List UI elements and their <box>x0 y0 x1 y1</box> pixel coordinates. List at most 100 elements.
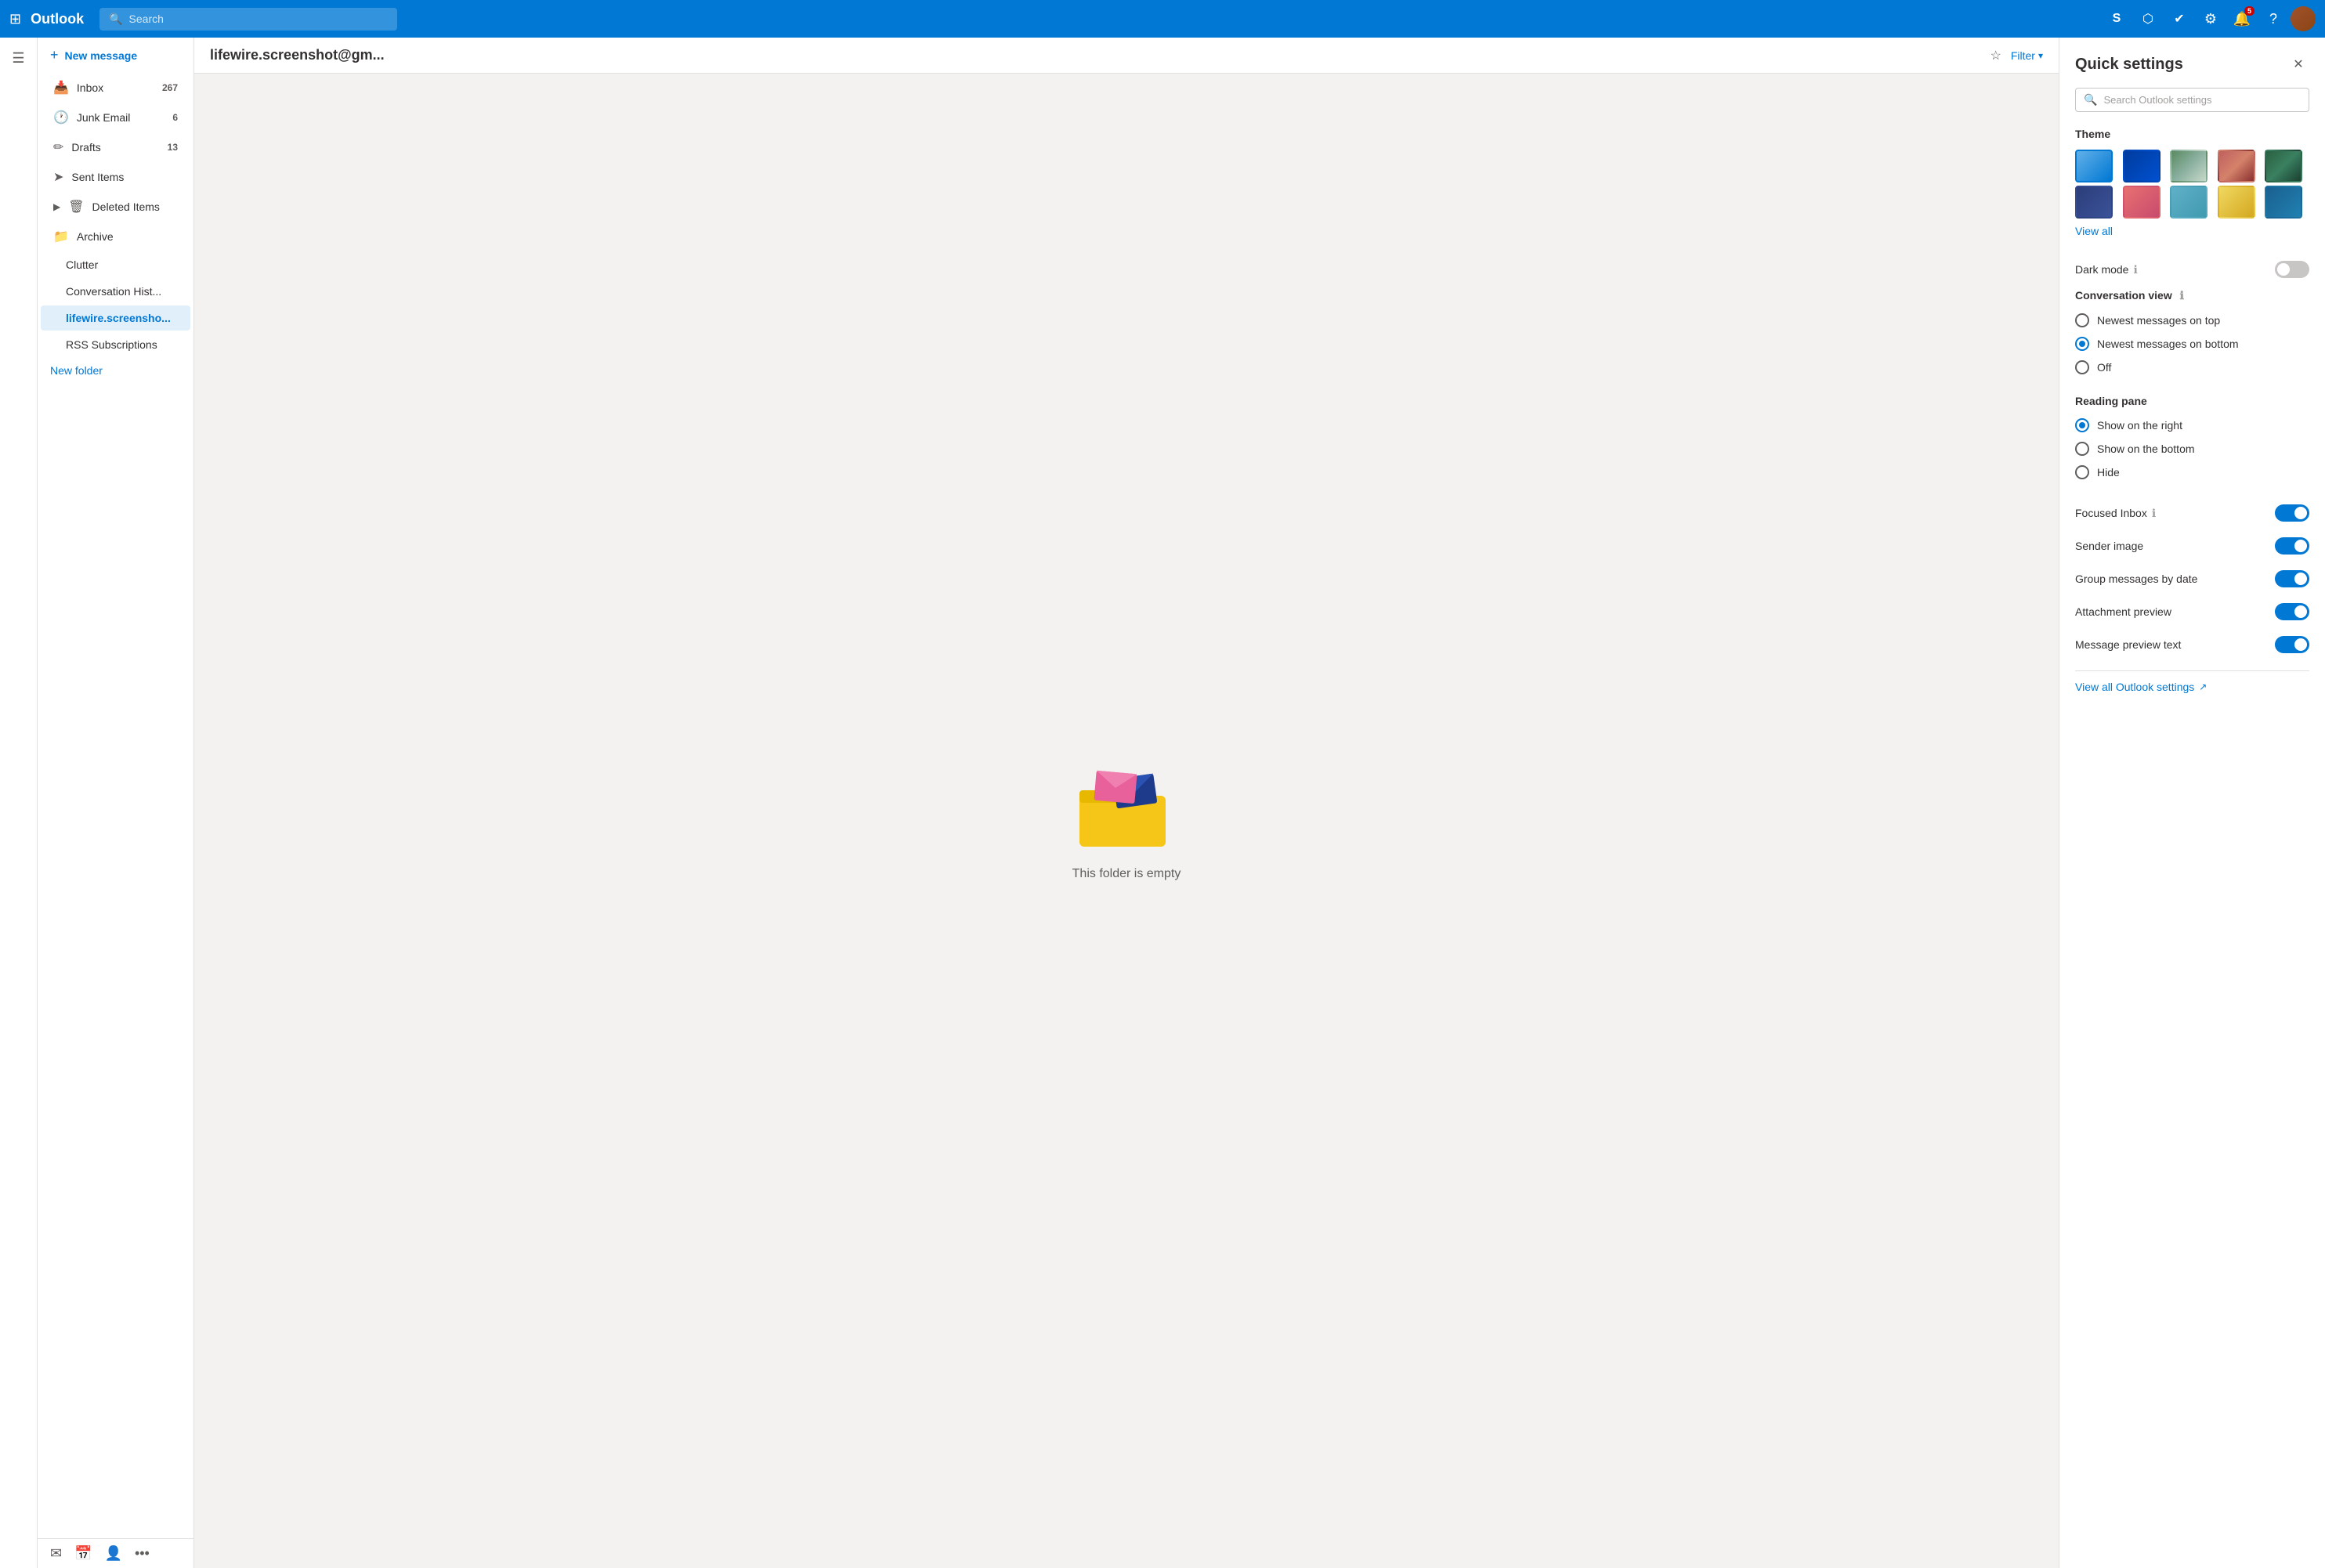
radio-hide[interactable]: Hide <box>2075 461 2309 484</box>
conversation-view-label: Conversation view ℹ <box>2075 289 2309 302</box>
qs-search-box[interactable]: 🔍 <box>2075 88 2309 112</box>
nav-item-clutter[interactable]: Clutter <box>41 252 190 277</box>
message-preview-label: Message preview text <box>2075 638 2275 651</box>
theme-swatch-ocean[interactable] <box>2265 186 2302 219</box>
qs-search-icon: 🔍 <box>2084 93 2097 107</box>
radio-off-circle <box>2075 360 2089 374</box>
filter-chevron-icon: ▾ <box>2038 50 2043 61</box>
radio-newest-bottom-dot <box>2079 341 2085 347</box>
group-messages-toggle[interactable] <box>2275 570 2309 587</box>
theme-swatch-dark-blue[interactable] <box>2123 150 2160 182</box>
settings-button[interactable]: ⚙ <box>2197 5 2225 33</box>
quick-settings-header: Quick settings ✕ <box>2075 53 2309 75</box>
calendar-nav-icon[interactable]: 📅 <box>74 1545 92 1562</box>
rewards-button[interactable]: ⬡ <box>2134 5 2162 33</box>
nav-item-inbox[interactable]: 📥 Inbox 267 <box>41 74 190 102</box>
radio-newest-top[interactable]: Newest messages on top <box>2075 309 2309 332</box>
skype-button[interactable]: S <box>2103 5 2131 33</box>
focused-inbox-toggle-thumb <box>2294 507 2307 519</box>
radio-off[interactable]: Off <box>2075 356 2309 379</box>
attachment-preview-row: Attachment preview <box>2075 595 2309 628</box>
nav-item-rss[interactable]: RSS Subscriptions <box>41 332 190 357</box>
empty-message: This folder is empty <box>1072 867 1181 881</box>
theme-section-label: Theme <box>2075 128 2309 140</box>
people-nav-icon[interactable]: 👤 <box>105 1545 122 1562</box>
theme-swatch-pink[interactable] <box>2123 186 2160 219</box>
nav-item-drafts[interactable]: ✏ Drafts 13 <box>41 133 190 161</box>
deleted-icon: 🗑 <box>68 199 84 215</box>
nav-item-deleted[interactable]: ▶ 🗑 Deleted Items <box>41 193 190 221</box>
nav-item-lifewire[interactable]: lifewire.screensho... <box>41 305 190 331</box>
theme-swatch-light-blue[interactable] <box>2075 150 2113 182</box>
focused-inbox-label: Focused Inbox ℹ <box>2075 507 2275 520</box>
sender-image-toggle[interactable] <box>2275 537 2309 555</box>
topbar-icons: S ⬡ ✔ ⚙ 🔔 5 ? <box>2103 5 2316 33</box>
help-icon: ? <box>2269 11 2277 27</box>
view-all-themes-link[interactable]: View all <box>2075 225 2309 237</box>
nav-item-sent[interactable]: ➤ Sent Items <box>41 163 190 191</box>
quick-settings-close-button[interactable]: ✕ <box>2287 53 2309 75</box>
todo-button[interactable]: ✔ <box>2165 5 2193 33</box>
attachment-preview-label: Attachment preview <box>2075 605 2275 618</box>
empty-folder-illustration <box>1072 761 1181 854</box>
sender-image-label: Sender image <box>2075 540 2275 552</box>
theme-swatch-fabric[interactable] <box>2075 186 2113 219</box>
filter-button[interactable]: Filter ▾ <box>2011 49 2043 62</box>
new-message-button[interactable]: + New message <box>38 38 193 73</box>
radio-show-bottom[interactable]: Show on the bottom <box>2075 437 2309 461</box>
more-nav-icon[interactable]: ••• <box>135 1545 150 1562</box>
qs-search-input[interactable] <box>2103 94 2301 106</box>
message-preview-toggle[interactable] <box>2275 636 2309 653</box>
search-icon: 🔍 <box>109 13 122 26</box>
focused-inbox-info-icon[interactable]: ℹ <box>2152 507 2156 520</box>
message-preview-row: Message preview text <box>2075 628 2309 661</box>
radio-newest-bottom-circle <box>2075 337 2089 351</box>
radio-show-right-dot <box>2079 422 2085 428</box>
attachment-preview-toggle-thumb <box>2294 605 2307 618</box>
notifications-button[interactable]: 🔔 5 <box>2228 5 2256 33</box>
nav-item-conversation[interactable]: Conversation Hist... <box>41 279 190 304</box>
new-folder-label: New folder <box>50 364 103 377</box>
nav-panel: + New message 📥 Inbox 267 🕐 Junk Email 6… <box>38 38 194 1568</box>
avatar-image <box>2291 6 2316 31</box>
search-input[interactable] <box>129 13 389 25</box>
app-logo: Outlook <box>31 11 84 27</box>
dark-mode-info-icon[interactable]: ℹ <box>2133 263 2137 276</box>
reading-pane-label: Reading pane <box>2075 395 2309 407</box>
theme-swatch-sunset[interactable] <box>2218 150 2255 182</box>
mail-nav-icon[interactable]: ✉ <box>50 1545 62 1562</box>
theme-swatch-landscape[interactable] <box>2170 150 2207 182</box>
dark-mode-toggle-thumb <box>2277 263 2290 276</box>
group-messages-toggle-thumb <box>2294 573 2307 585</box>
menu-icon[interactable]: ☰ <box>5 44 33 72</box>
radio-newest-bottom[interactable]: Newest messages on bottom <box>2075 332 2309 356</box>
dark-mode-toggle[interactable] <box>2275 261 2309 278</box>
search-box[interactable]: 🔍 <box>99 8 397 31</box>
empty-state: This folder is empty <box>194 74 2059 1568</box>
new-folder-button[interactable]: New folder <box>38 358 193 383</box>
nav-item-junk[interactable]: 🕐 Junk Email 6 <box>41 103 190 132</box>
nav-item-archive[interactable]: 📁 Archive <box>41 222 190 251</box>
external-link-icon: ↗ <box>2199 681 2207 692</box>
conversation-view-info-icon[interactable]: ℹ <box>2180 289 2184 302</box>
inbox-icon: 📥 <box>53 80 69 96</box>
star-icon[interactable]: ☆ <box>1991 48 2001 63</box>
help-button[interactable]: ? <box>2259 5 2287 33</box>
folder-header: lifewire.screenshot@gm... ☆ Filter ▾ <box>194 38 2059 74</box>
message-preview-toggle-thumb <box>2294 638 2307 651</box>
dark-mode-label: Dark mode ℹ <box>2075 263 2275 276</box>
radio-show-bottom-circle <box>2075 442 2089 456</box>
avatar[interactable] <box>2291 6 2316 31</box>
content-area: lifewire.screenshot@gm... ☆ Filter ▾ Thi <box>194 38 2059 1568</box>
theme-swatch-teal[interactable] <box>2170 186 2207 219</box>
quick-settings-panel: Quick settings ✕ 🔍 Theme View all <box>2059 38 2325 1568</box>
theme-swatch-star[interactable] <box>2218 186 2255 219</box>
radio-show-right-circle <box>2075 418 2089 432</box>
theme-swatch-circuit[interactable] <box>2265 150 2302 182</box>
todo-icon: ✔ <box>2174 11 2184 27</box>
apps-icon[interactable]: ⊞ <box>9 11 21 27</box>
focused-inbox-toggle[interactable] <box>2275 504 2309 522</box>
radio-show-right[interactable]: Show on the right <box>2075 414 2309 437</box>
attachment-preview-toggle[interactable] <box>2275 603 2309 620</box>
view-all-settings-link[interactable]: View all Outlook settings ↗ <box>2075 670 2309 693</box>
